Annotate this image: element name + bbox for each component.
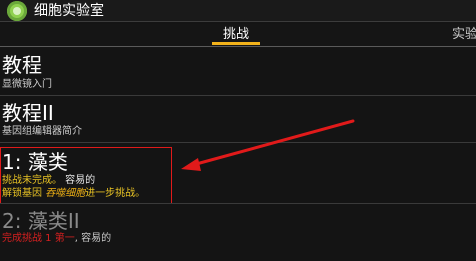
list-divider: [0, 203, 476, 204]
list-item-algae-ii[interactable]: 2: 藻类II 完成挑战 1 第一, 容易的: [0, 210, 476, 250]
unlock-gene: 吞噬细胞: [45, 188, 86, 199]
list-divider: [0, 95, 476, 96]
list-divider: [0, 142, 476, 143]
list-item-tutorial[interactable]: 教程 显微镜入门: [0, 54, 476, 94]
tab-experiments[interactable]: 实验: [452, 24, 476, 48]
active-tab-indicator: [212, 42, 260, 45]
list-item-tutorial-ii[interactable]: 教程II 基因组编辑器简介: [0, 102, 476, 142]
petri-dish-icon: [7, 1, 27, 21]
item-status: 挑战未完成。 容易的: [2, 175, 95, 187]
status-incomplete: 挑战未完成。: [2, 175, 62, 186]
challenge-list: 教程 显微镜入门 教程II 基因组编辑器简介 1: 藻类 挑战未完成。 容易的 …: [0, 47, 476, 261]
item-title: 1: 藻类: [2, 150, 68, 174]
difficulty-label: , 容易的: [74, 233, 112, 244]
list-item-algae[interactable]: 1: 藻类 挑战未完成。 容易的 解锁基因 吞噬细胞进一步挑战。: [0, 151, 476, 203]
title-divider: [0, 21, 476, 22]
item-subtitle: 完成挑战 1 第一, 容易的: [2, 233, 111, 245]
item-subtitle: 基因组编辑器简介: [2, 126, 82, 137]
unlock-suffix: 进一步挑战。: [85, 188, 146, 199]
app-title: 细胞实验室: [34, 3, 104, 19]
title-bar: 细胞实验室: [0, 0, 476, 22]
item-title: 2: 藻类II: [2, 209, 80, 233]
item-subtitle: 显微镜入门: [2, 79, 52, 90]
prerequisite-text: 完成挑战 1 第一: [2, 233, 75, 244]
difficulty-label: 容易的: [62, 175, 96, 186]
item-title: 教程: [2, 53, 42, 77]
unlock-prefix: 解锁基因: [2, 188, 46, 199]
item-title: 教程II: [2, 101, 54, 125]
unlock-info: 解锁基因 吞噬细胞进一步挑战。: [2, 188, 145, 200]
